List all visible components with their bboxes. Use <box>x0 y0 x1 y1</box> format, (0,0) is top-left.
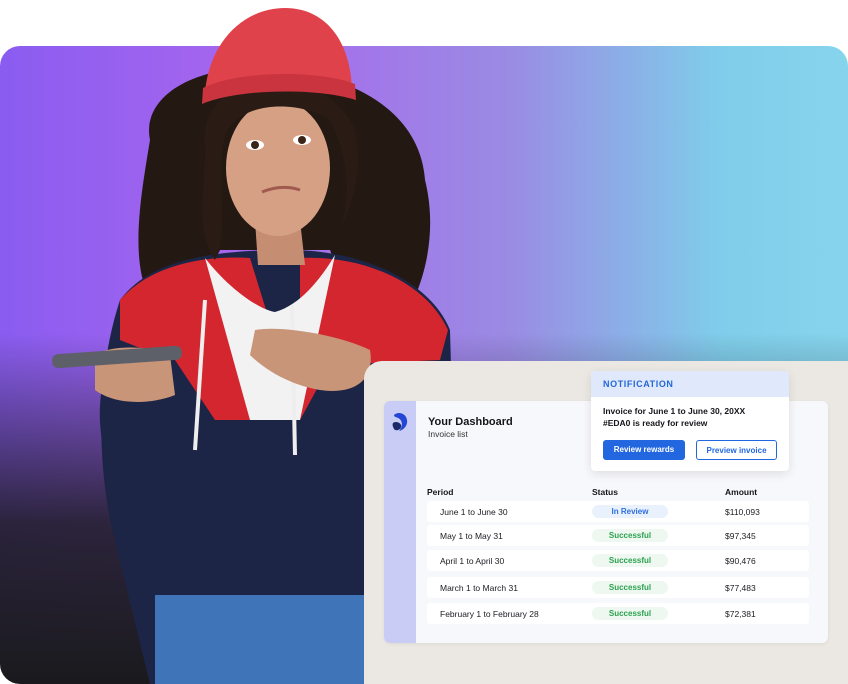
table-row[interactable]: April 1 to April 30 Successful $90,476 <box>427 550 809 571</box>
table-row[interactable]: February 1 to February 28 Successful $72… <box>427 603 809 624</box>
amount-cell: $90,476 <box>725 556 756 566</box>
notification-message-line: Invoice for June 1 to June 30, 20XX <box>603 406 746 416</box>
notification-message-line: #EDA0 is ready for review <box>603 418 708 428</box>
period-cell: May 1 to May 31 <box>440 531 503 541</box>
period-cell: March 1 to March 31 <box>440 583 518 593</box>
table-row[interactable]: June 1 to June 30 In Review $110,093 <box>427 501 809 522</box>
status-badge: Successful <box>592 529 668 542</box>
column-header-period: Period <box>427 487 454 497</box>
status-badge: Successful <box>592 554 668 567</box>
brand-logo-icon <box>392 412 408 431</box>
dashboard-title: Your Dashboard <box>428 416 513 428</box>
period-cell: February 1 to February 28 <box>440 609 539 619</box>
status-badge: Successful <box>592 607 668 620</box>
review-rewards-button[interactable]: Review rewards <box>603 440 685 460</box>
period-cell: April 1 to April 30 <box>440 556 505 566</box>
dashboard-sidebar-rail <box>384 401 416 643</box>
period-cell: June 1 to June 30 <box>440 507 508 517</box>
notification-card: NOTIFICATION Invoice for June 1 to June … <box>591 371 789 471</box>
column-header-amount: Amount <box>725 487 758 497</box>
column-header-status: Status <box>592 487 618 497</box>
notification-message: Invoice for June 1 to June 30, 20XX #EDA… <box>603 405 781 429</box>
notification-heading: NOTIFICATION <box>591 371 789 397</box>
amount-cell: $72,381 <box>725 609 756 619</box>
status-badge: In Review <box>592 505 668 518</box>
preview-invoice-button[interactable]: Preview invoice <box>696 440 777 460</box>
amount-cell: $110,093 <box>725 507 760 517</box>
amount-cell: $77,483 <box>725 583 756 593</box>
status-badge: Successful <box>592 581 668 594</box>
dashboard-subtitle: Invoice list <box>428 429 468 439</box>
table-row[interactable]: March 1 to March 31 Successful $77,483 <box>427 577 809 598</box>
amount-cell: $97,345 <box>725 531 756 541</box>
table-row[interactable]: May 1 to May 31 Successful $97,345 <box>427 525 809 546</box>
